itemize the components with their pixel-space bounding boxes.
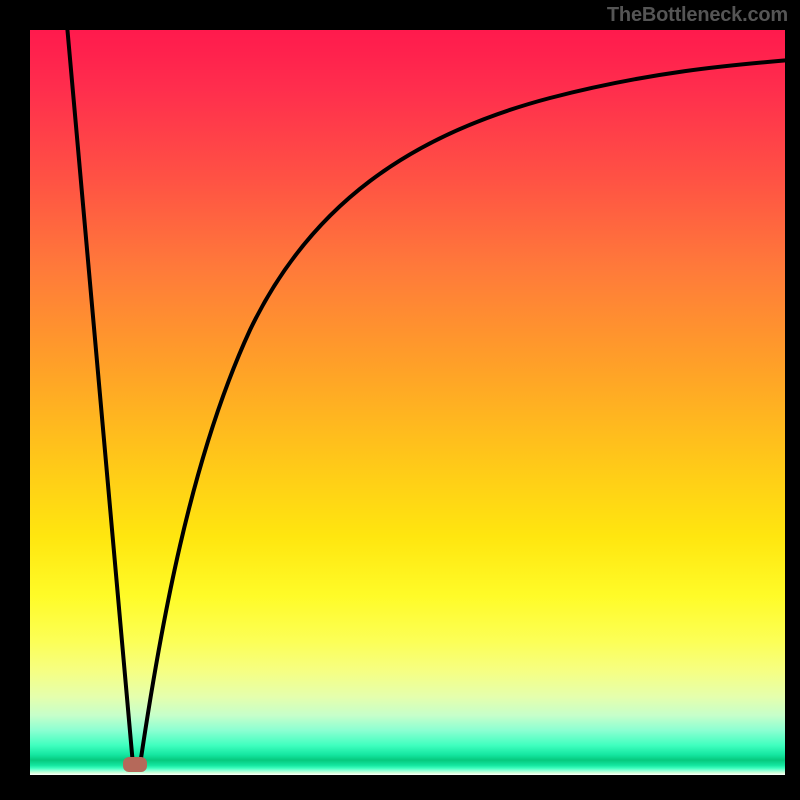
optimum-marker	[123, 757, 147, 772]
attribution-text: TheBottleneck.com	[607, 4, 788, 27]
curve-right-ascent	[140, 60, 790, 765]
curve-layer	[30, 30, 785, 775]
curve-left-descent	[67, 25, 133, 765]
chart-plot-area	[30, 30, 785, 775]
